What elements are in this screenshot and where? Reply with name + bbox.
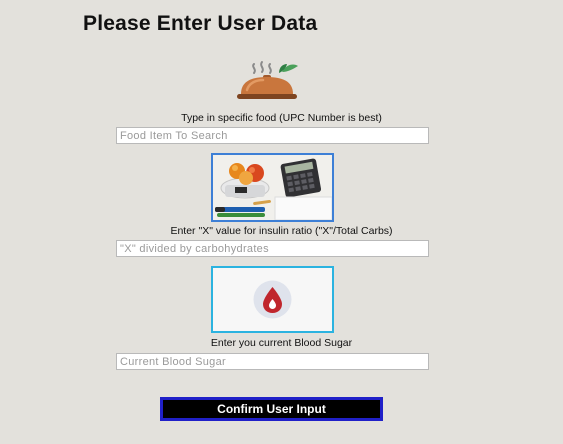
insulin-ratio-label: Enter "X" value for insulin ratio ("X"/T… [170, 225, 393, 237]
blood-sugar-input[interactable] [116, 353, 429, 370]
blood-drop-icon [253, 280, 292, 319]
insulin-ratio-input[interactable] [116, 240, 429, 257]
blood-drop-box [211, 266, 334, 333]
nutrition-photo [211, 153, 334, 222]
food-label: Type in specific food (UPC Number is bes… [181, 112, 382, 124]
page-title: Please Enter User Data [83, 12, 318, 35]
scale-calculator-icon [213, 155, 332, 220]
confirm-user-input-button[interactable]: Confirm User Input [160, 397, 383, 421]
serving-cloche-icon [237, 61, 298, 99]
blood-sugar-label: Enter you current Blood Sugar [210, 337, 353, 349]
food-search-input[interactable] [116, 127, 429, 144]
